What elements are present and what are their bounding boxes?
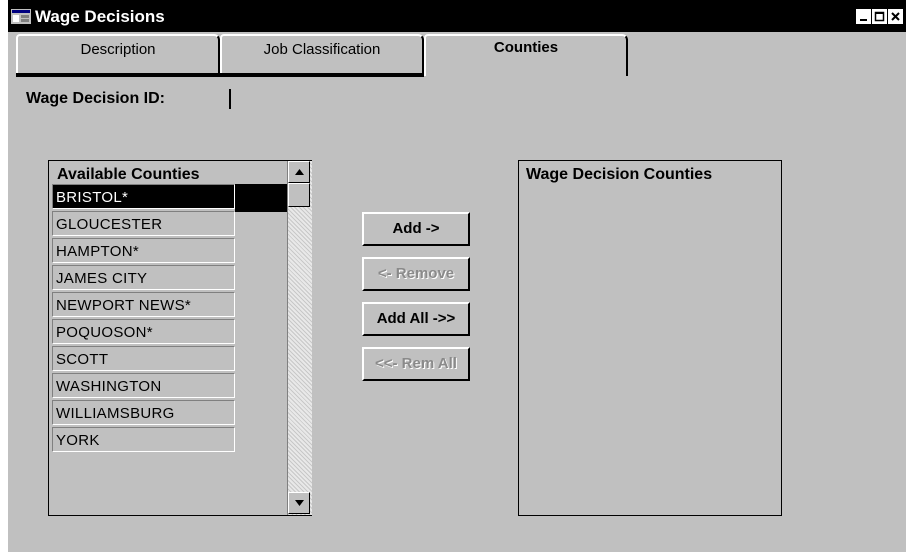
county-item-poquoson[interactable]: POQUOSON* xyxy=(52,319,235,344)
county-item-williamsburg[interactable]: WILLIAMSBURG xyxy=(52,400,235,425)
county-item-label: WILLIAMSBURG xyxy=(56,405,175,422)
scroll-thumb[interactable] xyxy=(288,183,310,207)
county-item-scott[interactable]: SCOTT xyxy=(52,346,235,371)
county-item-washington[interactable]: WASHINGTON xyxy=(52,373,235,398)
tab-counties[interactable]: Counties xyxy=(424,34,628,76)
county-item-york[interactable]: YORK xyxy=(52,427,235,452)
tab-counties-label: Counties xyxy=(493,39,559,56)
add-button[interactable]: Add -> xyxy=(362,212,470,246)
county-item-label: HAMPTON* xyxy=(56,243,139,260)
county-item-label: BRISTOL* xyxy=(56,189,129,206)
scroll-down-arrow-icon xyxy=(295,500,304,506)
remove-button[interactable]: <- Remove xyxy=(362,257,470,291)
scroll-up-button[interactable] xyxy=(288,161,310,183)
add-button-label: Add -> xyxy=(392,220,440,237)
window-title: Wage Decisions xyxy=(35,7,165,26)
county-item-newport-news[interactable]: NEWPORT NEWS* xyxy=(52,292,235,317)
wage-decision-counties-list[interactable]: Wage Decision Counties xyxy=(518,160,782,516)
maximize-icon xyxy=(874,11,885,22)
county-item-gloucester[interactable]: GLOUCESTER xyxy=(52,211,235,236)
wage-decisions-window: Wage Decisions Description Job Classific… xyxy=(8,0,906,552)
available-counties-list[interactable]: Available Counties BRISTOL* GLOUCESTER H… xyxy=(48,160,312,516)
selection-highlight xyxy=(235,184,290,212)
tab-description-label: Description xyxy=(80,41,156,58)
wage-decision-id-input[interactable] xyxy=(229,89,231,109)
county-item-james-city[interactable]: JAMES CITY xyxy=(52,265,235,290)
county-item-label: POQUOSON* xyxy=(56,324,153,341)
add-all-button-label: Add All ->> xyxy=(376,310,456,327)
county-item-label: JAMES CITY xyxy=(56,270,148,287)
add-all-button[interactable]: Add All ->> xyxy=(362,302,470,336)
county-item-hampton[interactable]: HAMPTON* xyxy=(52,238,235,263)
county-item-label: GLOUCESTER xyxy=(56,216,163,233)
scroll-up-arrow-icon xyxy=(295,169,304,175)
county-item-label: SCOTT xyxy=(56,351,109,368)
minimize-button[interactable] xyxy=(856,9,871,24)
wage-decision-counties-header: Wage Decision Counties xyxy=(526,166,713,183)
county-item-label: YORK xyxy=(56,432,100,449)
close-button[interactable] xyxy=(888,9,903,24)
county-item-label: WASHINGTON xyxy=(56,378,162,395)
county-item-bristol[interactable]: BRISTOL* xyxy=(52,184,235,209)
remove-all-button-label: <<- Rem All xyxy=(375,355,457,372)
vertical-scrollbar[interactable] xyxy=(287,161,312,515)
tab-description[interactable]: Description xyxy=(16,34,220,76)
wage-decision-id-label: Wage Decision ID: xyxy=(26,90,165,107)
county-item-label: NEWPORT NEWS* xyxy=(56,297,192,314)
minimize-icon xyxy=(860,19,867,21)
remove-button-label: <- Remove xyxy=(377,265,455,282)
tab-job-classification[interactable]: Job Classification xyxy=(220,34,424,76)
scroll-down-button[interactable] xyxy=(288,492,310,514)
tab-job-classification-label: Job Classification xyxy=(263,41,381,58)
remove-all-button[interactable]: <<- Rem All xyxy=(362,347,470,381)
close-icon xyxy=(891,12,900,21)
app-window-icon[interactable] xyxy=(11,9,31,24)
available-counties-header: Available Counties xyxy=(57,166,200,183)
title-bar[interactable]: Wage Decisions xyxy=(8,0,906,32)
maximize-button[interactable] xyxy=(872,9,887,24)
tab-strip-divider xyxy=(16,73,424,77)
